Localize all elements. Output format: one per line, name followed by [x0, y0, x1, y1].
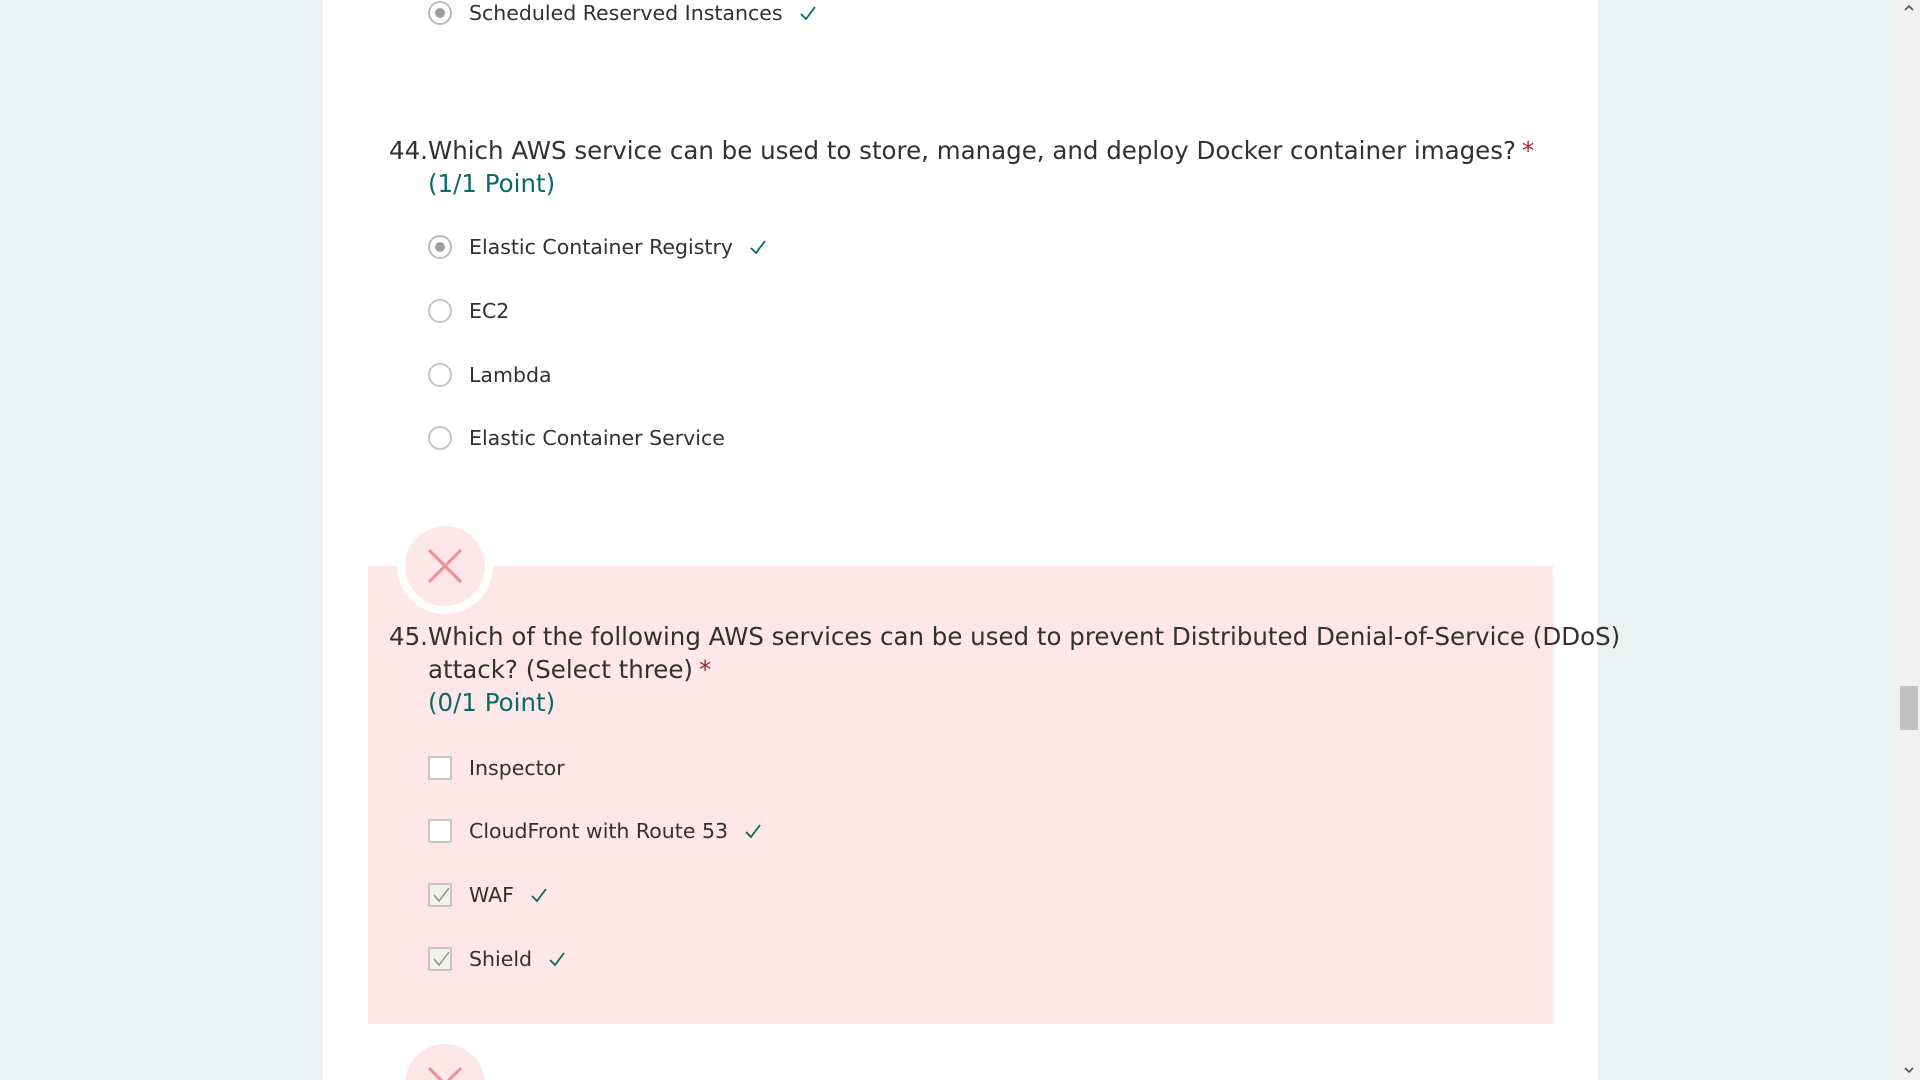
question-number: 44.: [389, 136, 428, 165]
q44-option-3[interactable]: Lambda: [428, 358, 552, 392]
chevron-up-icon[interactable]: [1903, 2, 1915, 14]
close-icon: [427, 1066, 463, 1080]
option-label: CloudFront with Route 53: [469, 819, 729, 843]
q44-option-2[interactable]: EC2: [428, 294, 509, 328]
q45-option-3[interactable]: WAF: [428, 878, 548, 912]
option-checkbox[interactable]: [428, 756, 452, 780]
correct-check-icon: [750, 240, 766, 255]
option-radio[interactable]: [428, 426, 452, 450]
correct-check-icon: [549, 952, 565, 967]
correct-check-icon: [799, 6, 816, 21]
checkbox-tick-icon: [433, 951, 450, 967]
option-checkbox-checked[interactable]: [428, 883, 452, 907]
vertical-scrollbar[interactable]: [1898, 0, 1920, 1080]
question-text: Which AWS service can be used to store, …: [428, 136, 1535, 165]
question-number: 45.: [389, 622, 428, 651]
chevron-down-icon[interactable]: [1903, 1064, 1915, 1076]
option-radio[interactable]: [428, 363, 452, 387]
correct-check-icon: [531, 888, 547, 903]
q45-option-2[interactable]: CloudFront with Route 53: [428, 814, 762, 848]
question-text-line-1: Which of the following AWS services can …: [428, 622, 1621, 651]
option-label: Elastic Container Service: [469, 426, 725, 450]
q45-option-1[interactable]: Inspector: [428, 751, 565, 785]
option-label: EC2: [469, 299, 510, 323]
required-mark: *: [699, 655, 712, 684]
question-45: 45. Which of the following AWS services …: [389, 620, 1620, 724]
q44-option-1[interactable]: Elastic Container Registry: [428, 230, 767, 264]
scrollbar-thumb[interactable]: [1900, 686, 1918, 730]
option-label: Lambda: [469, 363, 552, 387]
option-label: Inspector: [469, 756, 565, 780]
option-label: Elastic Container Registry: [469, 235, 734, 259]
option-radio[interactable]: [428, 299, 452, 323]
option-radio-selected[interactable]: [428, 1, 452, 25]
incorrect-badge: [397, 518, 493, 614]
prev-question-option[interactable]: Scheduled Reserved Instances: [428, 0, 817, 30]
option-label: Shield: [469, 947, 533, 971]
viewport: Scheduled Reserved Instances 44. Which A…: [0, 0, 1920, 1080]
checkbox-tick-icon: [433, 887, 450, 903]
correct-check-icon: [745, 824, 761, 839]
question-points: (0/1 Point): [428, 688, 556, 717]
question-points: (1/1 Point): [428, 169, 556, 198]
question-text-line-2: attack? (Select three) *: [428, 655, 712, 684]
option-checkbox[interactable]: [428, 819, 452, 843]
question-44: 44. Which AWS service can be used to sto…: [389, 134, 1534, 204]
option-label: Scheduled Reserved Instances: [469, 1, 783, 25]
q44-option-4[interactable]: Elastic Container Service: [428, 421, 725, 455]
option-checkbox-checked[interactable]: [428, 947, 452, 971]
option-radio-selected[interactable]: [428, 235, 452, 259]
q45-option-4[interactable]: Shield: [428, 942, 566, 976]
required-mark: *: [1522, 136, 1535, 165]
option-label: WAF: [469, 883, 514, 907]
close-icon: [427, 548, 463, 584]
